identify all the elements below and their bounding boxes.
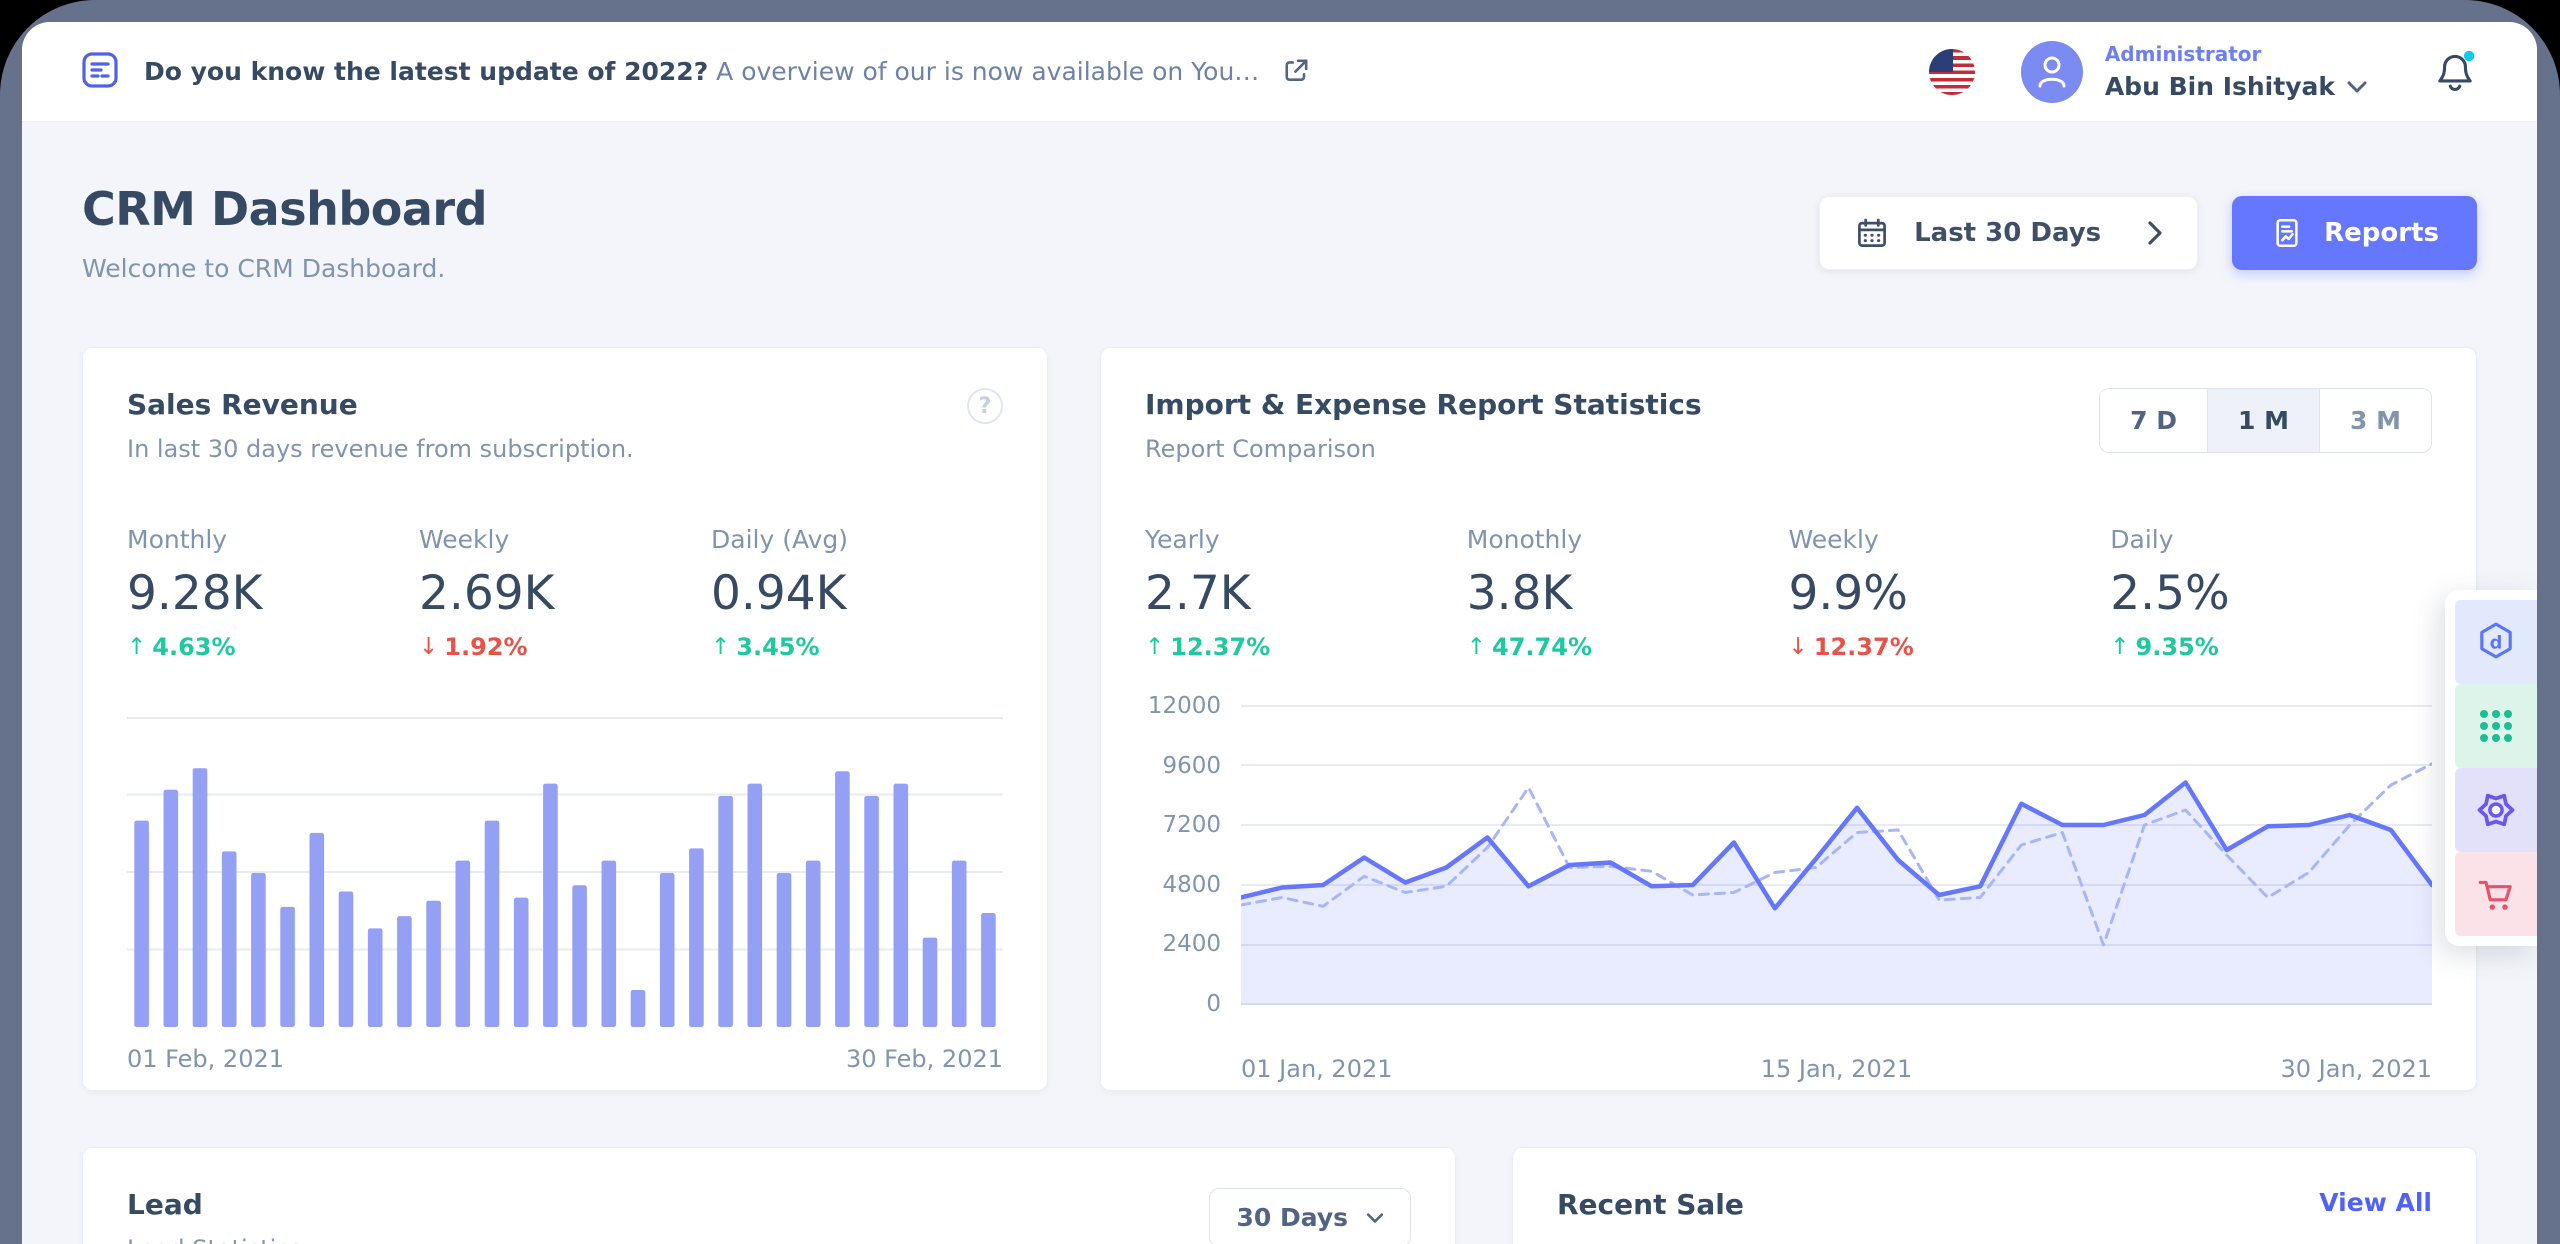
sales-revenue-card: Sales Revenue In last 30 days revenue fr… bbox=[82, 347, 1048, 1091]
reports-button[interactable]: Reports bbox=[2232, 196, 2477, 270]
stat-monthly: Monthly 9.28K ↑4.63% bbox=[127, 525, 419, 661]
recent-sale-title: Recent Sale bbox=[1557, 1188, 1744, 1221]
logo-icon: d bbox=[2475, 621, 2517, 663]
news-icon bbox=[80, 50, 120, 94]
external-link-icon[interactable] bbox=[1283, 56, 1311, 88]
notifications-button[interactable] bbox=[2431, 46, 2479, 98]
view-all-link[interactable]: View All bbox=[2319, 1188, 2432, 1217]
announcement-link[interactable]: Do you know the latest update of 2022? A… bbox=[80, 50, 1311, 94]
language-flag-us[interactable] bbox=[1929, 49, 1975, 95]
gear-icon bbox=[2474, 788, 2518, 832]
import-expense-title: Import & Expense Report Statistics bbox=[1145, 388, 1702, 421]
top-bar: Do you know the latest update of 2022? A… bbox=[22, 22, 2537, 122]
chevron-down-icon bbox=[2347, 80, 2367, 94]
notification-dot bbox=[2464, 50, 2474, 60]
x-axis-labels: 01 Jan, 2021 15 Jan, 2021 30 Jan, 2021 bbox=[1241, 1055, 2432, 1083]
import-expense-card: Import & Expense Report Statistics Repor… bbox=[1100, 347, 2477, 1091]
lead-card: Lead Lead Statistics 30 Days bbox=[82, 1147, 1456, 1244]
app-window: Do you know the latest update of 2022? A… bbox=[22, 22, 2537, 1244]
stat-weekly: Weekly 2.69K ↓1.92% bbox=[419, 525, 711, 661]
stat-monthly: Monothly 3.8K ↑47.74% bbox=[1467, 525, 1789, 661]
person-icon bbox=[2021, 41, 2083, 103]
settings-button[interactable] bbox=[2455, 768, 2537, 852]
user-name: Abu Bin Ishityak bbox=[2105, 72, 2335, 101]
dashlite-logo-button[interactable]: d bbox=[2455, 600, 2537, 684]
lead-days-dropdown[interactable]: 30 Days bbox=[1209, 1188, 1411, 1244]
sales-bar-chart: 01 Feb, 2021 30 Feb, 2021 bbox=[127, 717, 1003, 1073]
bell-icon bbox=[2431, 46, 2479, 94]
stat-weekly: Weekly 9.9% ↓12.37% bbox=[1789, 525, 2111, 661]
user-role: Administrator bbox=[2105, 42, 2367, 66]
stat-daily-avg: Daily (Avg) 0.94K ↑3.45% bbox=[711, 525, 1003, 661]
announcement-bold-text: Do you know the latest update of 2022? bbox=[144, 57, 708, 86]
user-menu[interactable]: Administrator Abu Bin Ishityak bbox=[2105, 42, 2367, 101]
announcement-link-text[interactable]: A overview of our is now available on Yo… bbox=[716, 57, 1259, 86]
reports-label: Reports bbox=[2324, 218, 2439, 248]
range-3m-button[interactable]: 3 M bbox=[2320, 389, 2431, 452]
down-arrow-icon: ↓ bbox=[419, 634, 438, 660]
range-1m-button[interactable]: 1 M bbox=[2207, 389, 2320, 452]
recent-sale-card: Recent Sale View All bbox=[1512, 1147, 2477, 1244]
page-header: CRM Dashboard Welcome to CRM Dashboard. … bbox=[82, 182, 2477, 283]
main-content: CRM Dashboard Welcome to CRM Dashboard. … bbox=[22, 182, 2537, 1244]
up-arrow-icon: ↑ bbox=[127, 634, 146, 660]
chevron-right-icon bbox=[2147, 220, 2163, 246]
range-7d-button[interactable]: 7 D bbox=[2100, 389, 2207, 452]
stat-yearly: Yearly 2.7K ↑12.37% bbox=[1145, 525, 1467, 661]
import-expense-subtitle: Report Comparison bbox=[1145, 435, 1702, 463]
cart-icon bbox=[2475, 873, 2517, 915]
up-arrow-icon: ↑ bbox=[1145, 634, 1164, 660]
page-subtitle: Welcome to CRM Dashboard. bbox=[82, 254, 487, 283]
date-range-button[interactable]: Last 30 Days bbox=[1819, 196, 2198, 270]
sales-revenue-subtitle: In last 30 days revenue from subscriptio… bbox=[127, 435, 634, 463]
stat-daily: Daily 2.5% ↑9.35% bbox=[2110, 525, 2432, 661]
up-arrow-icon: ↑ bbox=[1467, 634, 1486, 660]
date-range-label: Last 30 Days bbox=[1914, 218, 2101, 248]
lead-title: Lead bbox=[127, 1188, 302, 1221]
report-file-icon bbox=[2270, 216, 2304, 250]
range-toggle-group: 7 D 1 M 3 M bbox=[2099, 388, 2432, 453]
page-title: CRM Dashboard bbox=[82, 182, 487, 236]
bar-x-start-label: 01 Feb, 2021 bbox=[127, 1045, 284, 1073]
down-arrow-icon: ↓ bbox=[1789, 634, 1808, 660]
y-axis-labels: 12000 9600 7200 4800 2400 0 bbox=[1145, 693, 1241, 1017]
chevron-down-icon bbox=[1366, 1212, 1384, 1224]
svg-text:d: d bbox=[2490, 632, 2503, 653]
up-arrow-icon: ↑ bbox=[2110, 634, 2129, 660]
bar-x-end-label: 30 Feb, 2021 bbox=[846, 1045, 1003, 1073]
grid-dots-icon bbox=[2476, 706, 2516, 746]
up-arrow-icon: ↑ bbox=[711, 634, 730, 660]
sales-revenue-title: Sales Revenue bbox=[127, 388, 634, 421]
device-frame: Do you know the latest update of 2022? A… bbox=[0, 0, 2560, 1244]
calendar-icon bbox=[1854, 215, 1890, 251]
topbar-actions: Administrator Abu Bin Ishityak bbox=[1929, 41, 2479, 103]
demo-toolbar: d bbox=[2445, 590, 2537, 946]
lead-subtitle: Lead Statistics bbox=[127, 1235, 302, 1244]
shop-cart-button[interactable] bbox=[2455, 852, 2537, 936]
apps-grid-button[interactable] bbox=[2455, 684, 2537, 768]
import-expense-line-chart: 12000 9600 7200 4800 2400 0 bbox=[1145, 705, 2432, 1029]
avatar[interactable] bbox=[2021, 41, 2083, 103]
help-icon[interactable]: ? bbox=[967, 388, 1003, 424]
